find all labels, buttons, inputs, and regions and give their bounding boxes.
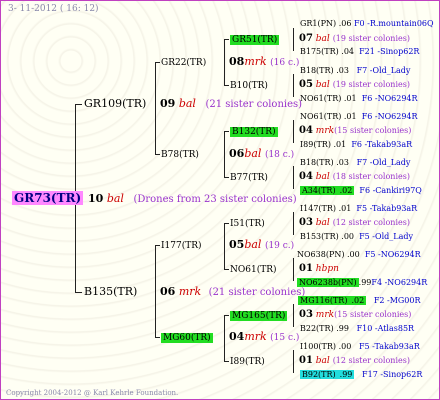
- gen1-drones: 09 bal (21 sister colonies): [160, 97, 303, 111]
- gen2-drones: 05bal (19 c.): [229, 238, 295, 252]
- connector: [224, 361, 229, 362]
- connector: [293, 166, 294, 189]
- gen1-queen[interactable]: B135(TR): [84, 286, 137, 298]
- copyright: Copyright 2004-2012 @ Karl Kehrle Founda…: [6, 389, 179, 397]
- connector: [224, 315, 229, 316]
- connector: [224, 223, 229, 224]
- connector: [155, 245, 156, 337]
- root-drones: 10 bal (Drones from 23 sister colonies): [88, 192, 297, 206]
- gen2-queen[interactable]: I177(TR): [161, 240, 202, 252]
- gen3-queen[interactable]: GR51(TR): [230, 34, 280, 46]
- gen4-queen[interactable]: I89(TR) .01 F6 -Takab93aR: [300, 139, 412, 151]
- connector: [224, 85, 229, 86]
- connector: [155, 62, 160, 63]
- connector: [75, 292, 82, 293]
- gen4-queen[interactable]: NO638(PN) .00 F5 -NO6294R: [297, 249, 421, 261]
- queen-root[interactable]: GR73(TR): [12, 191, 84, 205]
- gen3-queen[interactable]: MG165(TR): [230, 310, 288, 322]
- gen3-queen[interactable]: I51(TR): [230, 218, 265, 230]
- gen1-drones: 06 mrk (21 sister colonies): [160, 285, 306, 299]
- gen4-queen[interactable]: B18(TR) .03 F7 -Old_Lady: [300, 157, 410, 169]
- gen2-queen[interactable]: GR22(TR): [161, 57, 206, 69]
- connector: [224, 315, 225, 361]
- connector: [224, 39, 229, 40]
- gen3-queen[interactable]: B132(TR): [230, 126, 278, 138]
- gen3-drones: 07 bal (19 sister colonies): [299, 33, 410, 44]
- gen4-queen[interactable]: GR1(PN) .06 F0 -R.mountain06Q: [300, 18, 434, 30]
- connector: [155, 62, 156, 154]
- gen2-drones: 06bal (18 c.): [229, 147, 295, 161]
- connector: [224, 269, 229, 270]
- gen3-drones: 01 hbpn: [299, 263, 339, 274]
- gen2-queen[interactable]: B78(TR): [161, 149, 199, 161]
- connector: [155, 337, 160, 338]
- gen4-queen[interactable]: NO61(TR) .01 F6 -NO6294R: [300, 111, 418, 123]
- connector: [224, 223, 225, 269]
- gen3-queen[interactable]: I89(TR): [230, 356, 265, 368]
- gen3-drones: 03 mrk(15 sister colonies): [299, 309, 412, 320]
- queen-name: GR73(TR): [12, 191, 84, 205]
- gen4-queen[interactable]: I147(TR) .01 F5 -Takab93aR: [300, 203, 417, 215]
- gen2-drones: 08mrk (16 c.): [229, 55, 300, 69]
- connector: [75, 104, 82, 105]
- connector: [155, 245, 160, 246]
- gen3-queen[interactable]: B77(TR): [230, 172, 268, 184]
- gen4-queen[interactable]: B92(TR) .99 F17 -Sinop62R: [300, 369, 422, 381]
- gen4-queen[interactable]: I100(TR) .00 F5 -Takab93aR: [300, 341, 420, 353]
- gen4-queen[interactable]: B22(TR) .99 F10 -Atlas85R: [300, 323, 414, 335]
- connector: [293, 350, 294, 373]
- gen1-queen[interactable]: GR109(TR): [84, 98, 146, 110]
- connector: [293, 258, 294, 281]
- connector: [224, 131, 229, 132]
- connector: [293, 304, 294, 327]
- connector: [293, 212, 294, 235]
- gen4-queen[interactable]: B153(TR) .00 F5 -Old_Lady: [300, 231, 413, 243]
- gen3-drones: 04 bal (18 sister colonies): [299, 171, 410, 182]
- connector: [293, 120, 294, 143]
- gen3-queen[interactable]: B10(TR): [230, 80, 268, 92]
- connector: [293, 74, 294, 97]
- connector: [224, 39, 225, 85]
- gen4-queen[interactable]: MG116(TR) .02 F2 -MG00R: [298, 295, 421, 307]
- gen3-drones: 03 bal (12 sister colonies): [299, 217, 410, 228]
- gen3-drones: 04 mrk(15 sister colonies): [299, 125, 412, 136]
- gen4-queen[interactable]: B18(TR) .03 F7 -Old_Lady: [300, 65, 410, 77]
- connector: [224, 177, 229, 178]
- gen3-drones: 01 bal (12 sister colonies): [299, 355, 410, 366]
- connector: [293, 28, 294, 51]
- gen4-queen[interactable]: A34(TR) .02 F6 -Cankiri97Q: [300, 185, 422, 197]
- gen3-queen[interactable]: NO61(TR): [230, 264, 277, 276]
- gen4-queen[interactable]: B175(TR) .04 F21 -Sinop62R: [300, 46, 419, 58]
- gen2-queen[interactable]: MG60(TR): [161, 332, 213, 344]
- gen2-drones: 04mrk (15 c.): [229, 330, 300, 344]
- gen4-queen[interactable]: NO61(TR) .01 F6 -NO6294R: [300, 93, 418, 105]
- gen4-queen[interactable]: NO6238b(PN) .99F4 -NO6294R: [297, 277, 427, 289]
- connector: [155, 154, 160, 155]
- print-date: 3- 11-2012 ( 16: 12): [8, 4, 99, 14]
- connector: [224, 131, 225, 177]
- gen3-drones: 05 bal (19 sister colonies): [299, 79, 410, 90]
